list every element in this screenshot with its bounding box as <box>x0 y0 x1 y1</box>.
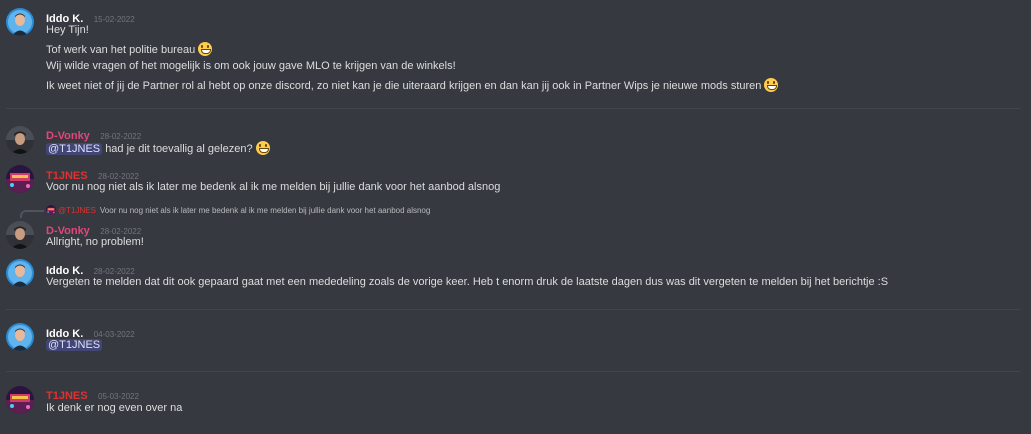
reply-connector <box>20 210 44 218</box>
message-line: Ik weet niet of jij de Partner rol al he… <box>46 80 762 92</box>
message-line: Tof werk van het politie bureau <box>46 44 196 56</box>
message-text: @T1JNES <box>46 339 103 351</box>
message-text: @T1JNES had je dit toevallig al gelezen? <box>46 141 270 155</box>
date-divider <box>6 309 1020 310</box>
avatar[interactable] <box>6 165 34 193</box>
avatar[interactable] <box>6 323 34 351</box>
avatar[interactable] <box>6 221 34 249</box>
author-name[interactable]: T1JNES <box>46 390 88 402</box>
reply-author[interactable]: @T1JNES <box>58 206 96 215</box>
timestamp: 04-03-2022 <box>93 330 135 339</box>
grinning-emoji-icon <box>255 141 270 155</box>
grinning-emoji-icon <box>198 42 213 56</box>
timestamp: 28-02-2022 <box>98 172 139 181</box>
date-divider <box>6 371 1020 372</box>
timestamp: 15-02-2022 <box>93 15 135 24</box>
message-text: Tof werk van het politie bureau <box>46 42 213 56</box>
message-text: Allright, no problem! <box>46 236 144 248</box>
timestamp: 05-03-2022 <box>98 392 139 401</box>
avatar[interactable] <box>6 8 34 36</box>
avatar[interactable] <box>6 259 34 287</box>
avatar[interactable] <box>6 386 34 414</box>
message-text: Voor nu nog niet als ik later me bedenk … <box>46 181 501 193</box>
avatar[interactable] <box>6 126 34 154</box>
date-divider <box>6 108 1020 109</box>
message-text: Wij wilde vragen of het mogelijk is om o… <box>46 60 456 72</box>
message-text: Ik weet niet of jij de Partner rol al he… <box>46 78 779 92</box>
timestamp: 28-02-2022 <box>93 267 135 276</box>
user-mention[interactable]: @T1JNES <box>46 143 103 155</box>
message-text: Ik denk er nog even over na <box>46 402 183 414</box>
message-text: Hey Tijn! <box>46 24 89 36</box>
message-text: Vergeten te melden dat dit ook gepaard g… <box>46 276 889 288</box>
timestamp: 28-02-2022 <box>100 132 142 141</box>
grinning-emoji-icon <box>764 78 779 92</box>
timestamp: 28-02-2022 <box>100 227 142 236</box>
reply-avatar <box>46 205 56 215</box>
user-mention[interactable]: @T1JNES <box>46 339 103 351</box>
reply-text: Voor nu nog niet als ik later me bedenk … <box>99 206 431 215</box>
message-line: had je dit toevallig al gelezen? <box>105 143 253 155</box>
reply-preview[interactable]: @T1JNES Voor nu nog niet als ik later me … <box>46 205 430 215</box>
